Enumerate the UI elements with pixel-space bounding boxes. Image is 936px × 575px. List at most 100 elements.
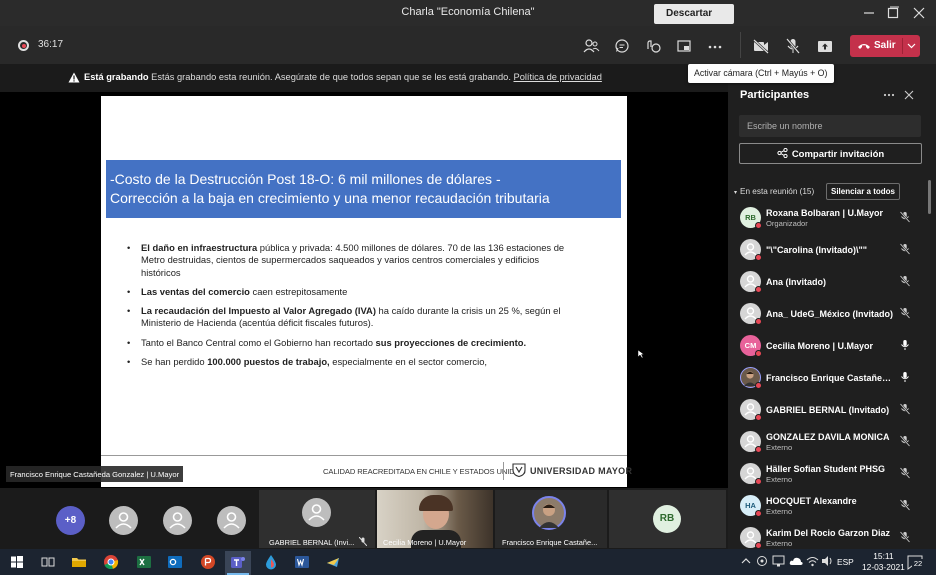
participant-name: GONZALEZ DAVILA MONICA	[766, 432, 890, 442]
mouse-cursor-icon	[638, 350, 644, 358]
status-badge	[755, 478, 762, 485]
participant-row[interactable]: GONZALEZ DAVILA MONICA Externo	[736, 427, 924, 457]
participant-name: Roxana Bolbaran | U.Mayor	[766, 208, 884, 218]
participant-row[interactable]: Ana (Invitado)	[736, 267, 924, 297]
participant-name: Ana (Invitado)	[766, 277, 826, 287]
privacy-policy-link[interactable]: Política de privacidad	[514, 72, 602, 82]
participant-row[interactable]: Francisco Enrique Castañeda ...	[736, 363, 924, 393]
participant-row[interactable]: Ana_ UdeG_México (Invitado)	[736, 299, 924, 329]
participant-role: Externo	[766, 475, 793, 484]
panel-scrollbar[interactable]	[928, 180, 931, 214]
slide-bullets: El daño en infraestructura pública y pri…	[126, 242, 574, 375]
participant-name: Karim Del Rocio Garzon Diaz	[766, 528, 891, 538]
participant-row[interactable]: RB Roxana Bolbaran | U.Mayor Organizador	[736, 203, 924, 233]
in-meeting-section[interactable]: ▾ En esta reunión (15)	[734, 187, 814, 196]
mute-all-button[interactable]: Silenciar a todos	[826, 183, 900, 200]
input-language[interactable]: ESP	[837, 557, 854, 567]
mic-muted-icon[interactable]	[899, 531, 911, 543]
video-tile-roxana[interactable]: RB	[609, 490, 726, 548]
outlook-icon[interactable]	[167, 554, 183, 570]
mic-on-icon[interactable]	[899, 339, 911, 351]
mic-muted-icon[interactable]	[899, 467, 911, 479]
participant-row[interactable]: Häller Sofian Student PHSG Externo	[736, 459, 924, 489]
task-view-icon[interactable]	[40, 554, 56, 570]
word-icon[interactable]	[294, 554, 310, 570]
app-icon[interactable]	[325, 554, 341, 570]
close-window-icon[interactable]	[910, 4, 928, 22]
participant-role: Externo	[766, 539, 793, 548]
mic-muted-icon[interactable]	[899, 499, 911, 511]
chrome-icon[interactable]	[103, 554, 119, 570]
onedrive-icon[interactable]	[789, 556, 803, 566]
wifi-icon[interactable]	[806, 555, 819, 567]
in-meeting-count: En esta reunión (15)	[740, 187, 815, 196]
excel-icon[interactable]	[136, 554, 152, 570]
video-tile-francisco[interactable]: Francisco Enrique Castañe...	[495, 490, 607, 548]
mic-muted-icon[interactable]	[899, 275, 911, 287]
mic-muted-icon[interactable]	[899, 307, 911, 319]
status-badge	[755, 318, 762, 325]
camera-tooltip: Activar cámara (Ctrl + Mayús + O)	[688, 64, 834, 83]
share-content-icon[interactable]	[816, 37, 834, 55]
slide-title-line-2: Corrección a la baja en crecimiento y un…	[110, 190, 550, 206]
tray-monitor-icon[interactable]	[772, 555, 785, 567]
reactions-icon[interactable]	[644, 37, 662, 55]
rooms-icon[interactable]	[675, 37, 693, 55]
window-title: Charla "Economía Chilena"	[401, 6, 535, 18]
slide-footer-separator	[503, 462, 504, 480]
tray-app-icon[interactable]	[756, 555, 768, 567]
participants-icon[interactable]	[582, 37, 600, 55]
video-tile-gabriel[interactable]: GABRIEL BERNAL (Invi...	[259, 490, 375, 548]
status-badge	[755, 542, 762, 549]
dismiss-banner-button[interactable]: Descartar	[654, 4, 734, 24]
participant-avatar[interactable]	[163, 506, 192, 535]
status-badge	[755, 222, 762, 229]
tray-overflow-icon[interactable]	[741, 557, 751, 565]
close-panel-icon[interactable]	[904, 90, 914, 100]
bullet-bold: La recaudación del Impuesto al Valor Agr…	[141, 305, 376, 317]
mic-on-icon[interactable]	[899, 371, 911, 383]
participant-avatar[interactable]	[109, 506, 138, 535]
banner-bold-text: Está grabando	[84, 72, 149, 82]
slide-bullet: La recaudación del Impuesto al Valor Agr…	[126, 305, 574, 330]
participant-row[interactable]: GABRIEL BERNAL (Invitado)	[736, 395, 924, 425]
participant-row[interactable]: "\"Carolina (Invitado)\""	[736, 235, 924, 265]
tile-name: Cecilia Moreno | U.Mayor	[383, 538, 467, 547]
minimize-icon[interactable]	[860, 4, 878, 22]
maximize-icon[interactable]	[884, 4, 902, 22]
leave-button[interactable]: Salir	[850, 35, 920, 57]
mic-muted-icon[interactable]	[899, 211, 911, 223]
mic-off-icon[interactable]	[784, 37, 802, 55]
toolbar-divider	[740, 32, 741, 58]
video-tile-cecilia[interactable]: Cecilia Moreno | U.Mayor	[377, 490, 493, 548]
panel-more-icon[interactable]	[882, 90, 896, 100]
clock-date: 12-03-2021	[862, 562, 905, 572]
participant-initials-avatar: RB	[653, 505, 681, 533]
slide-bullet: Se han perdido 100.000 puestos de trabaj…	[126, 356, 574, 369]
chat-icon[interactable]	[613, 37, 631, 55]
notification-center-icon[interactable]: 22	[906, 553, 924, 571]
bullet-bold: Las ventas del comercio	[141, 285, 250, 297]
chevron-down-icon[interactable]	[907, 42, 916, 50]
camera-off-icon[interactable]	[752, 37, 770, 55]
presenter-name-label: Francisco Enrique Castañeda Gonzalez | U…	[6, 466, 184, 482]
windows-start-icon[interactable]	[9, 554, 25, 570]
system-clock[interactable]: 15:11 12-03-2021	[862, 551, 905, 573]
teams-icon[interactable]	[230, 554, 246, 570]
participant-avatar[interactable]	[217, 506, 246, 535]
file-explorer-icon[interactable]	[71, 554, 87, 570]
bullet-text: especialmente en el sector comercio,	[329, 356, 488, 368]
share-invite-button[interactable]: Compartir invitación	[739, 143, 922, 164]
participant-row[interactable]: CM Cecilia Moreno | U.Mayor	[736, 331, 924, 361]
chevron-down-icon: ▾	[734, 190, 738, 196]
mic-muted-icon[interactable]	[899, 243, 911, 255]
powerpoint-icon[interactable]	[200, 554, 216, 570]
mic-muted-icon[interactable]	[899, 435, 911, 447]
participant-row[interactable]: HA HOCQUET Alexandre Externo	[736, 491, 924, 521]
more-participants-button[interactable]: +8	[56, 506, 85, 535]
paint-drop-icon[interactable]	[263, 554, 279, 570]
volume-icon[interactable]	[821, 555, 834, 567]
more-options-icon[interactable]	[706, 37, 724, 55]
mic-muted-icon[interactable]	[899, 403, 911, 415]
participant-search-input[interactable]: Escribe un nombre	[739, 115, 921, 137]
